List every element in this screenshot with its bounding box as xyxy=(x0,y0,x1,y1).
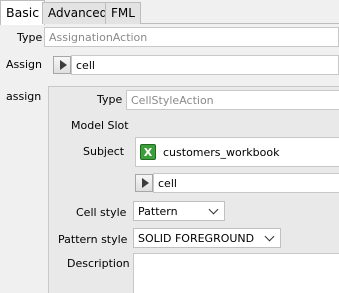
description-textarea[interactable] xyxy=(133,253,339,293)
assign-section-label: assign xyxy=(6,90,42,103)
subject-value: customers_workbook xyxy=(163,145,280,159)
tab-basic[interactable]: Basic xyxy=(0,0,46,25)
pattern-style-select[interactable]: SOLID FOREGROUND xyxy=(133,228,281,248)
play-icon xyxy=(141,178,149,188)
tab-advanced[interactable]: Advanced xyxy=(42,2,114,24)
pattern-style-value: SOLID FOREGROUND xyxy=(138,231,255,245)
inner-type-label: Type xyxy=(97,93,123,106)
cell-style-value: Pattern xyxy=(138,204,178,218)
cell-style-select[interactable]: Pattern xyxy=(133,201,225,221)
type-field[interactable]: AssignationAction xyxy=(44,27,339,47)
chevron-down-icon xyxy=(264,231,275,242)
model-slot-label: Model Slot xyxy=(71,119,129,132)
assign-panel: Type CellStyleAction Model Slot Subject … xyxy=(48,86,339,293)
subject-cell-expand-button[interactable] xyxy=(135,174,153,192)
subject-cell-field[interactable]: cell xyxy=(153,173,339,193)
inner-type-field[interactable]: CellStyleAction xyxy=(126,90,339,110)
subject-label: Subject xyxy=(83,145,125,158)
subject-field[interactable]: X customers_workbook xyxy=(135,137,339,167)
assign-label: Assign xyxy=(6,58,42,71)
excel-workbook-icon: X xyxy=(140,144,156,160)
pattern-style-label: Pattern style xyxy=(58,233,128,246)
cell-style-label: Cell style xyxy=(76,206,127,219)
type-label: Type xyxy=(17,31,43,44)
assign-expand-button[interactable] xyxy=(53,56,71,74)
tab-fml[interactable]: FML xyxy=(105,2,141,24)
play-icon xyxy=(59,60,67,70)
assign-field[interactable]: cell xyxy=(71,55,339,75)
description-label: Description xyxy=(67,257,130,270)
tab-bar: Basic Advanced FML xyxy=(0,0,339,25)
chevron-down-icon xyxy=(208,204,219,215)
